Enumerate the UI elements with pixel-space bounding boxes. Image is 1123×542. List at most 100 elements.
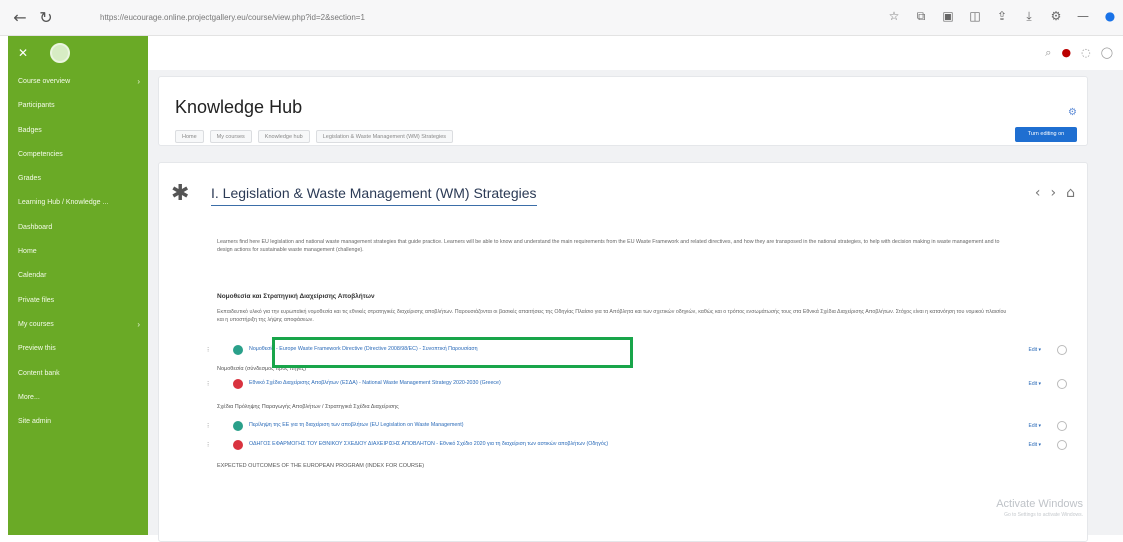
- home-icon[interactable]: ⌂: [1066, 185, 1075, 201]
- sidebar-item-label: Content bank: [18, 370, 60, 377]
- sidebar-item-label: Course overview: [18, 78, 70, 85]
- sidebar-item-label: Participants: [18, 102, 55, 109]
- sidebar-item-label: Competencies: [18, 151, 63, 158]
- page-title: Knowledge Hub: [175, 97, 302, 118]
- sidebar-item[interactable]: More...: [8, 386, 148, 410]
- minus-icon[interactable]: —: [1076, 9, 1090, 23]
- share-icon[interactable]: ⇪: [995, 9, 1009, 23]
- sidebar-item-label: Preview this: [18, 345, 56, 352]
- browser-tool-icons: ☆ ⧉ ▣ ◫ ⇪ ⤓ ⚙ — ●: [887, 9, 1117, 23]
- sidebar-nav: Course overview › Participants Badges Compet…: [8, 70, 148, 434]
- sidebar-header: ✕: [8, 36, 148, 70]
- completion-checkbox[interactable]: [1057, 345, 1067, 355]
- chat-icon[interactable]: ◌: [1081, 46, 1091, 60]
- sidebar-item[interactable]: Badges: [8, 119, 148, 143]
- course-sidebar: ✕ Course overview › Participants Badges Comp…: [8, 36, 148, 535]
- breadcrumb-item[interactable]: My courses: [210, 130, 252, 143]
- site-logo[interactable]: [50, 43, 70, 63]
- sidebar-item[interactable]: Participants: [8, 94, 148, 118]
- sidebar-item[interactable]: Preview this: [8, 337, 148, 361]
- collection-icon[interactable]: ◫: [968, 9, 982, 23]
- greek-description: Εκπαιδευτικό υλικό για την ευρωπαϊκή νομ…: [217, 309, 1007, 324]
- main-content: Knowledge Hub Home My courses Knowledge hu…: [148, 70, 1123, 535]
- browser-toolbar: ← ↻ https://eucourage.online.projectgall…: [0, 0, 1123, 36]
- close-icon[interactable]: ✕: [18, 46, 28, 60]
- section-intro: Learners find here EU legislation and na…: [217, 239, 1007, 254]
- sidebar-item[interactable]: Grades: [8, 167, 148, 191]
- breadcrumb: Home My courses Knowledge hub Legislation &…: [175, 130, 453, 143]
- sidebar-item-label: Calendar: [18, 272, 46, 279]
- edit-mode-button[interactable]: Turn editing on: [1015, 127, 1077, 142]
- completion-checkbox[interactable]: [1057, 421, 1067, 431]
- address-bar[interactable]: https://eucourage.online.projectgallery.…: [92, 6, 812, 30]
- reload-button[interactable]: ↻: [36, 8, 56, 28]
- prev-section-icon[interactable]: ‹: [1035, 185, 1041, 201]
- activity-link[interactable]: Περίληψη της ΕΕ για τη διαχείριση των απ…: [249, 422, 464, 428]
- pdf-icon: [233, 440, 243, 450]
- drag-handle-icon[interactable]: ⁝: [207, 422, 209, 430]
- breadcrumb-item[interactable]: Knowledge hub: [258, 130, 310, 143]
- sidebar-item-label: Site admin: [18, 418, 51, 425]
- sidebar-item-label: Dashboard: [18, 224, 52, 231]
- sidebar-item[interactable]: My courses ›: [8, 313, 148, 337]
- sidebar-item-label: My courses: [18, 321, 54, 328]
- sidebar-item[interactable]: Dashboard: [8, 216, 148, 240]
- sidebar-item[interactable]: Site admin: [8, 410, 148, 434]
- drag-handle-icon[interactable]: ⁝: [207, 380, 209, 388]
- sidebar-item-label: More...: [18, 394, 40, 401]
- watermark-title: Activate Windows: [996, 498, 1083, 510]
- bell-icon[interactable]: ●: [1061, 46, 1071, 60]
- download-icon[interactable]: ⤓: [1022, 9, 1036, 23]
- url-icon: [233, 345, 243, 355]
- activity-link[interactable]: Εθνικό Σχέδιο Διαχείρισης Αποβλήτων (ΕΣΔ…: [249, 380, 501, 386]
- tab-icon[interactable]: ⧉: [914, 9, 928, 23]
- activity-link[interactable]: ΟΔΗΓΟΣ ΕΦΑΡΜΟΓΗΣ ΤΟΥ ΕΘΝΙΚΟΥ ΣΧΕΔΙΟΥ ΔΙΑ…: [249, 441, 608, 447]
- activity-row[interactable]: ⁝ Περίληψη της ΕΕ για τη διαχείριση των …: [207, 419, 1077, 435]
- chevron-right-icon: ›: [137, 70, 140, 94]
- sidebar-item[interactable]: Competencies: [8, 143, 148, 167]
- sidebar-item-label: Private files: [18, 297, 54, 304]
- edit-menu[interactable]: Edit ▾: [1028, 381, 1041, 387]
- edit-menu[interactable]: Edit ▾: [1028, 442, 1041, 448]
- search-icon[interactable]: ⌕: [1045, 46, 1051, 60]
- sidebar-item-label: Home: [18, 248, 37, 255]
- sidebar-item[interactable]: Home: [8, 240, 148, 264]
- user-menu-icon[interactable]: ◯: [1101, 46, 1113, 60]
- section-nav: ‹ › ⌂: [1035, 185, 1075, 201]
- extension-icon[interactable]: ⚙: [1049, 9, 1063, 23]
- sidebar-item-label: Badges: [18, 127, 42, 134]
- sidebar-item[interactable]: Content bank: [8, 362, 148, 386]
- watermark-subtitle: Go to Settings to activate Windows.: [1004, 512, 1083, 518]
- label-text: EXPECTED OUTCOMES OF THE EUROPEAN PROGRA…: [217, 463, 424, 469]
- completion-checkbox[interactable]: [1057, 440, 1067, 450]
- label-text: Σχέδια Πρόληψης Παραγωγής Αποβλήτων / Στ…: [217, 404, 399, 410]
- sidebar-item[interactable]: Course overview ›: [8, 70, 148, 94]
- sidebar-item-label: Grades: [18, 175, 41, 182]
- sidebar-item-label: Learning Hub / Knowledge ...: [18, 199, 108, 206]
- breadcrumb-item[interactable]: Home: [175, 130, 204, 143]
- sidebar-item[interactable]: Private files: [8, 289, 148, 313]
- pdf-icon: [233, 379, 243, 389]
- sidebar-item[interactable]: Learning Hub / Knowledge ...: [8, 191, 148, 215]
- subheading: Νομοθεσία και Στρατηγική Διαχείρισης Απο…: [217, 293, 375, 300]
- sidebar-item[interactable]: Calendar: [8, 264, 148, 288]
- star-icon[interactable]: ☆: [887, 9, 901, 23]
- completion-checkbox[interactable]: [1057, 379, 1067, 389]
- edit-menu[interactable]: Edit ▾: [1028, 423, 1041, 429]
- section-title[interactable]: I. Legislation & Waste Management (WM) S…: [211, 185, 537, 206]
- split-icon[interactable]: ▣: [941, 9, 955, 23]
- breadcrumb-item[interactable]: Legislation & Waste Management (WM) Stra…: [316, 130, 453, 143]
- next-section-icon[interactable]: ›: [1051, 185, 1057, 201]
- activity-row[interactable]: ⁝ Εθνικό Σχέδιο Διαχείρισης Αποβλήτων (Ε…: [207, 377, 1077, 393]
- activity-row[interactable]: ⁝ ΟΔΗΓΟΣ ΕΦΑΡΜΟΓΗΣ ΤΟΥ ΕΘΝΙΚΟΥ ΣΧΕΔΙΟΥ Δ…: [207, 438, 1077, 454]
- top-app-bar: ⌕ ● ◌ ◯: [148, 36, 1123, 70]
- profile-icon[interactable]: ●: [1103, 9, 1117, 23]
- back-button[interactable]: ←: [10, 8, 30, 28]
- gear-icon[interactable]: ⚙: [1068, 107, 1077, 118]
- drag-handle-icon[interactable]: ⁝: [207, 346, 209, 354]
- app-bar-icons: ⌕ ● ◌ ◯: [1045, 46, 1113, 60]
- chevron-right-icon: ›: [137, 313, 140, 337]
- drag-handle-icon[interactable]: ⁝: [207, 441, 209, 449]
- edit-menu[interactable]: Edit ▾: [1028, 347, 1041, 353]
- url-icon: [233, 421, 243, 431]
